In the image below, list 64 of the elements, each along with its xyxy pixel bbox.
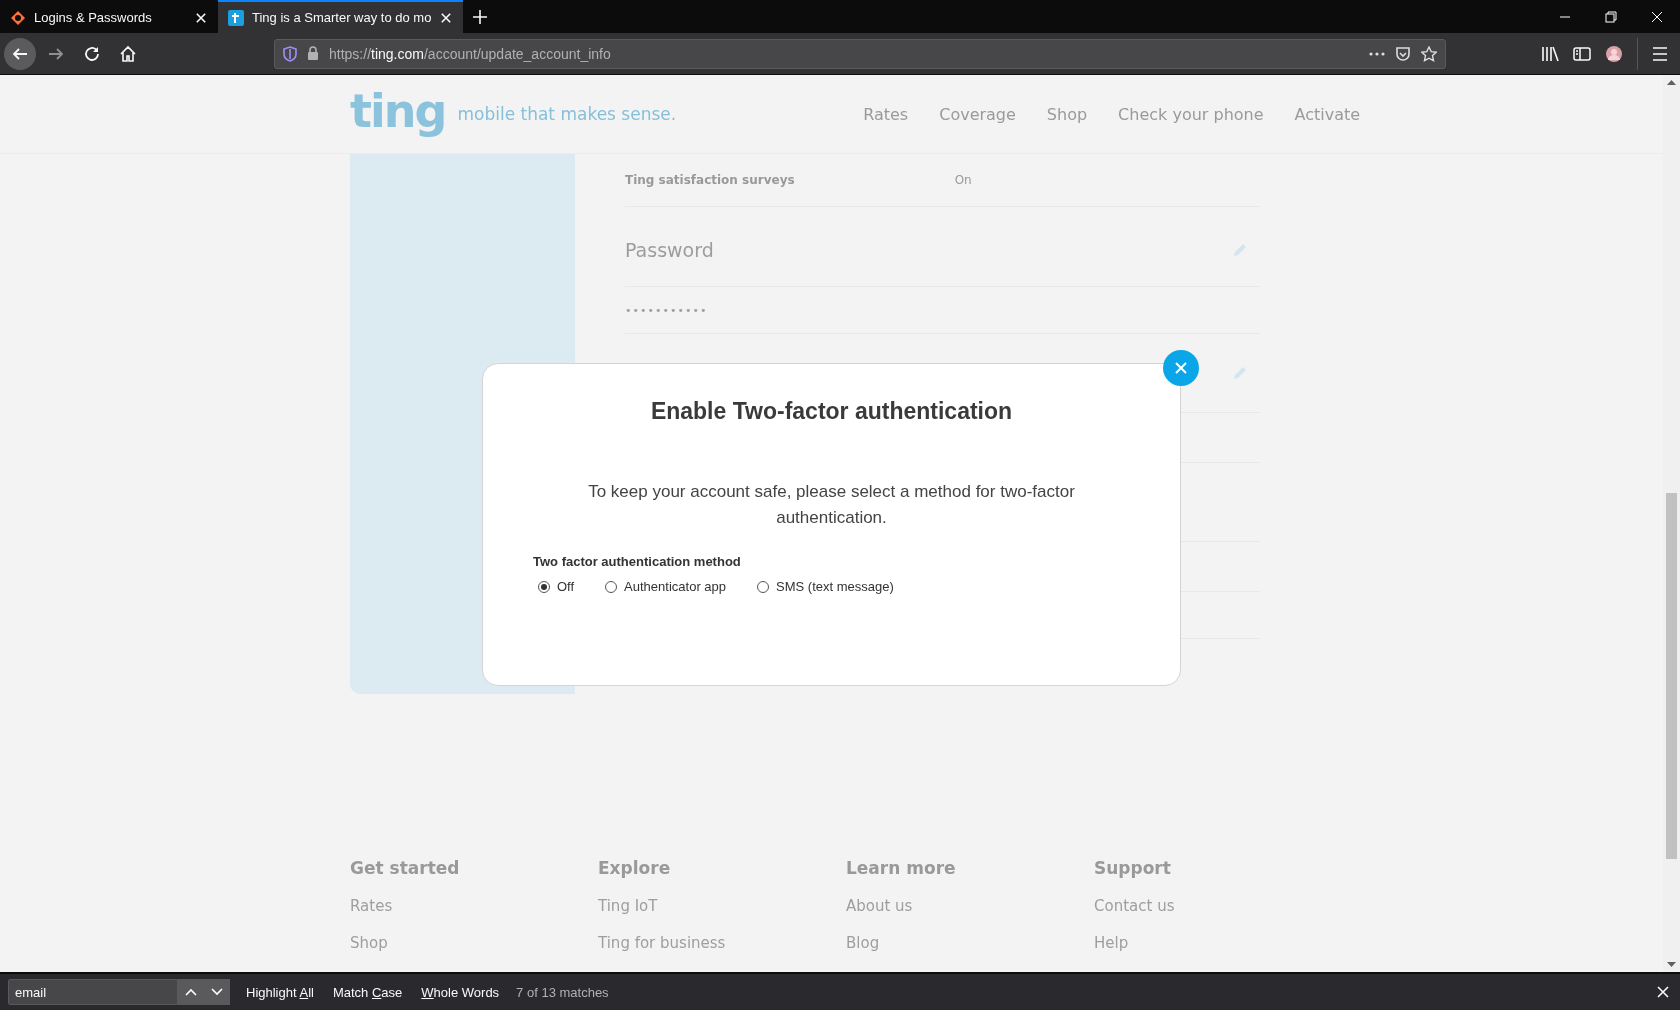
close-button[interactable]	[1163, 350, 1199, 386]
reload-icon[interactable]	[83, 44, 101, 63]
modal-message: To keep your account safe, please select a method for two-factor authentication.	[587, 481, 1076, 529]
previous-button[interactable]	[177, 979, 204, 1005]
footer-link[interactable]: Rates	[350, 897, 598, 915]
library-icon[interactable]	[1541, 45, 1559, 62]
footer-heading: Support	[1094, 858, 1172, 878]
footer-heading: Learn more	[846, 858, 957, 878]
chevron-down-icon	[210, 988, 223, 996]
address-bar[interactable]: https://ting.com/account/update_account_info	[274, 38, 1446, 69]
footer-link[interactable]: Ting for business	[598, 934, 846, 952]
footer-link[interactable]: Shop	[350, 934, 598, 952]
footer-heading: Get started	[350, 858, 461, 878]
nav-link[interactable]: Activate	[1294, 104, 1361, 124]
nav-link[interactable]: Check your phone	[1118, 104, 1264, 124]
star-icon[interactable]	[1421, 45, 1437, 62]
footer-link[interactable]: Help	[1094, 934, 1342, 952]
close-icon[interactable]	[1656, 985, 1670, 999]
radio-label[interactable]: Authenticator app	[624, 579, 726, 594]
avatar-icon[interactable]	[1605, 44, 1623, 63]
t-logo-icon	[228, 9, 244, 26]
url-text: https://ting.com/account/update_account_info	[329, 45, 612, 62]
setting-label: Ting satisfaction surveys	[625, 173, 795, 187]
footer-link[interactable]: About us	[846, 897, 1094, 915]
modal-title: Enable Two-factor authentication	[650, 398, 1013, 425]
radio-label[interactable]: SMS (text message)	[776, 579, 894, 594]
close-icon[interactable]	[439, 10, 454, 25]
home-icon[interactable]	[119, 44, 137, 63]
field-label: Two factor authentication method	[533, 554, 741, 569]
lock-icon	[307, 46, 319, 61]
more-dots-icon[interactable]	[1369, 51, 1385, 56]
tagline: mobile that makes sense.	[457, 104, 677, 124]
pocket-icon[interactable]	[1395, 45, 1411, 62]
browser-tab[interactable]: Logins & Passwords	[0, 0, 218, 33]
find-field[interactable]: email	[8, 979, 178, 1005]
find-option-button[interactable]: Match Case	[329, 984, 406, 1000]
nav-link[interactable]: Shop	[1046, 104, 1088, 124]
nav-link[interactable]: Rates	[863, 104, 909, 124]
next-button[interactable]	[203, 979, 230, 1005]
scroll-thumb[interactable]	[1666, 493, 1677, 859]
chevron-up-icon	[184, 988, 197, 996]
close-icon[interactable]	[194, 10, 208, 25]
section-heading: Password	[625, 238, 714, 261]
site-logo[interactable]: ting	[350, 84, 446, 138]
footer-link[interactable]: Ting IoT	[598, 897, 846, 915]
nav-link[interactable]: Coverage	[939, 104, 1016, 124]
setting-value: On	[954, 173, 972, 187]
plus-icon[interactable]	[472, 8, 489, 25]
match-count: 7 of 13 matches	[516, 984, 609, 1000]
sidebar-icon[interactable]	[1573, 45, 1591, 62]
footer-heading: Explore	[598, 858, 672, 878]
password-value: •••••••••••	[625, 287, 1260, 334]
close-icon	[1174, 361, 1188, 375]
footer-link[interactable]: Contact us	[1094, 897, 1342, 915]
restore-icon[interactable]	[1605, 10, 1617, 23]
find-option-button[interactable]: Highlight All	[243, 984, 317, 1000]
browser-tab[interactable]: Ting is a Smarter way to do mo	[218, 0, 464, 33]
up-arrow-icon[interactable]	[1667, 79, 1676, 85]
radio-label[interactable]: Off	[557, 579, 575, 594]
down-arrow-icon[interactable]	[1667, 962, 1676, 969]
footer-link[interactable]: Blog	[846, 934, 1094, 952]
find-option-button[interactable]: Whole Words	[418, 984, 503, 1000]
menu-icon[interactable]	[1652, 46, 1668, 61]
shield-icon[interactable]	[283, 45, 297, 62]
